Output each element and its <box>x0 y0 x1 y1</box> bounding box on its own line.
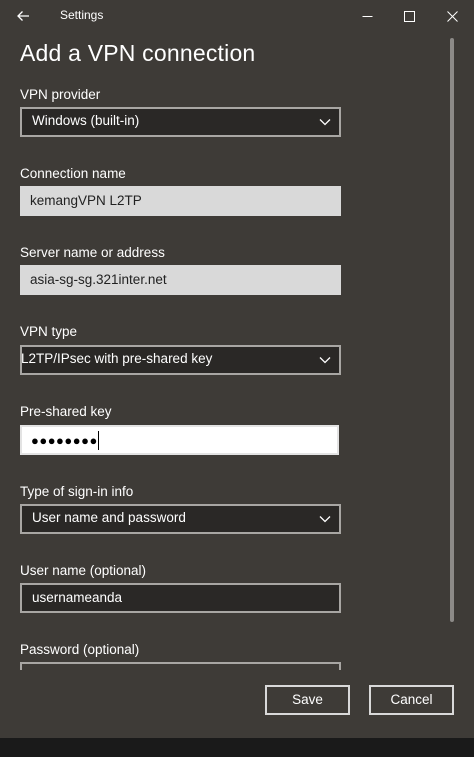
maximize-button[interactable] <box>390 0 428 32</box>
vpn-type-dropdown[interactable]: L2TP/IPsec with pre-shared key <box>20 345 341 375</box>
vpn-provider-dropdown[interactable]: Windows (built-in) <box>20 107 341 137</box>
chevron-down-icon <box>319 119 331 126</box>
vpn-provider-value: Windows (built-in) <box>32 113 140 128</box>
cancel-button[interactable]: Cancel <box>369 685 454 715</box>
signin-type-dropdown[interactable]: User name and password <box>20 504 341 534</box>
server-address-value: asia-sg-sg.321inter.net <box>30 272 167 287</box>
text-caret <box>98 431 99 450</box>
username-input[interactable]: usernameanda <box>20 583 341 613</box>
masked-password-dots: ●●●●●●●● <box>31 433 98 448</box>
signin-type-value: User name and password <box>32 510 186 525</box>
back-button[interactable] <box>6 0 40 32</box>
back-arrow-icon <box>17 11 29 21</box>
pre-shared-key-input[interactable]: ●●●●●●●● <box>20 425 339 455</box>
taskbar-strip <box>0 738 474 757</box>
close-button[interactable] <box>433 0 471 32</box>
server-address-label: Server name or address <box>20 245 165 260</box>
username-label: User name (optional) <box>20 563 147 578</box>
pre-shared-key-label: Pre-shared key <box>20 404 112 419</box>
scrollbar-thumb[interactable] <box>450 38 454 622</box>
vpn-type-value: L2TP/IPsec with pre-shared key <box>21 351 213 366</box>
password-label: Password (optional) <box>20 642 140 657</box>
signin-type-label: Type of sign-in info <box>20 484 134 499</box>
page-title: Add a VPN connection <box>20 40 256 66</box>
password-input[interactable] <box>20 662 341 670</box>
username-value: usernameanda <box>32 590 123 605</box>
settings-window: Settings Add a VPN connection VPN provid… <box>0 0 474 738</box>
connection-name-value: kemangVPN L2TP <box>30 193 142 208</box>
vpn-type-label: VPN type <box>20 324 78 339</box>
server-address-input[interactable]: asia-sg-sg.321inter.net <box>20 265 341 295</box>
save-button[interactable]: Save <box>265 685 350 715</box>
vpn-provider-label: VPN provider <box>20 87 101 102</box>
connection-name-input[interactable]: kemangVPN L2TP <box>20 186 341 216</box>
minimize-button[interactable] <box>348 0 386 32</box>
window-title: Settings <box>60 8 104 22</box>
close-icon <box>446 10 458 22</box>
title-bar: Settings <box>0 0 474 32</box>
maximize-icon <box>403 10 415 22</box>
chevron-down-icon <box>319 357 331 364</box>
minimize-icon <box>362 15 372 17</box>
connection-name-label: Connection name <box>20 166 126 181</box>
chevron-down-icon <box>319 516 331 523</box>
